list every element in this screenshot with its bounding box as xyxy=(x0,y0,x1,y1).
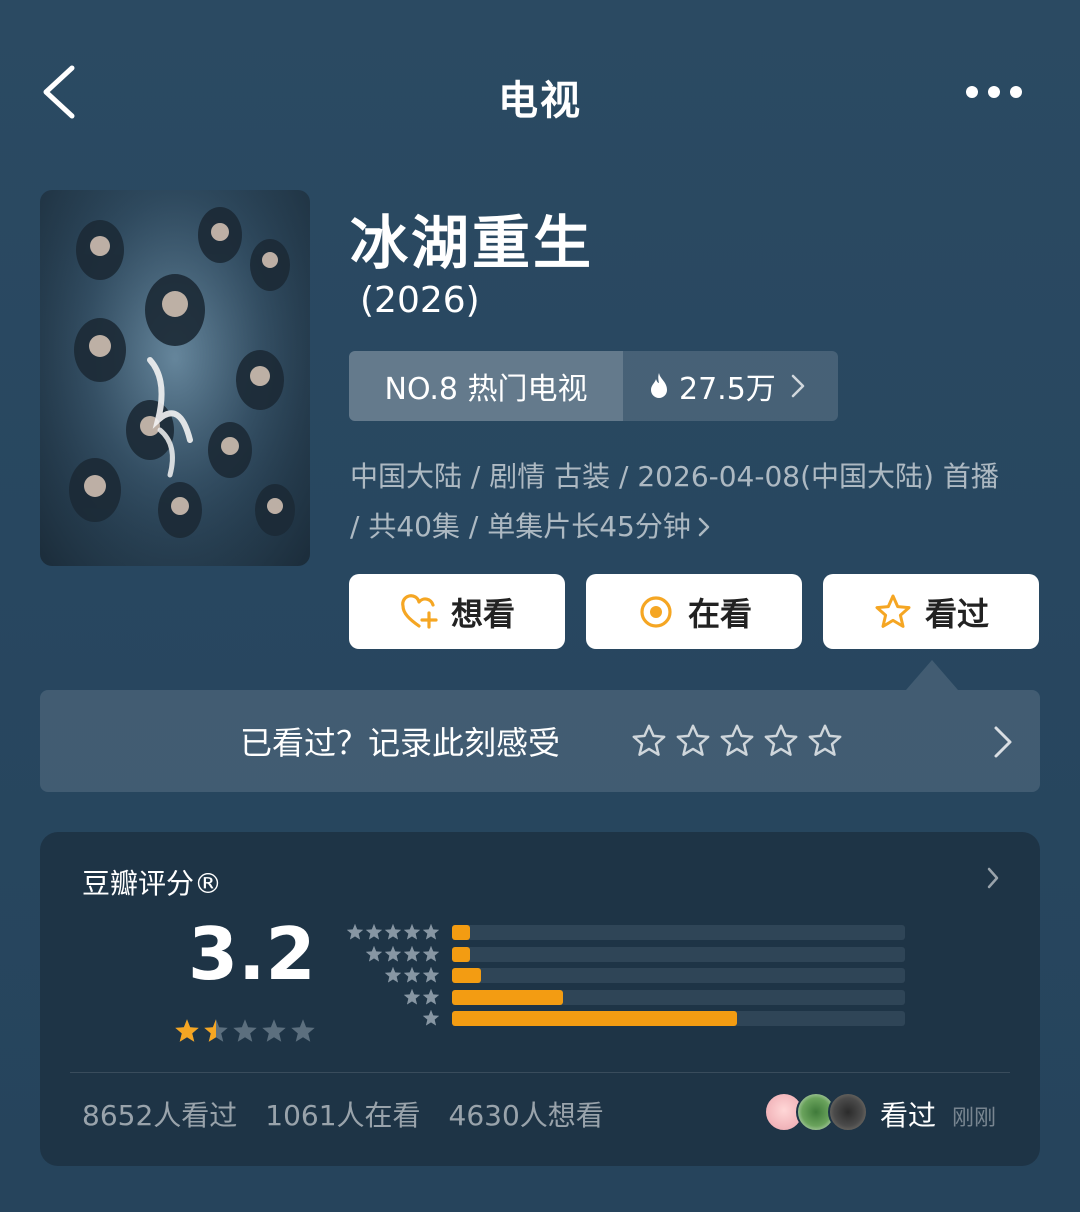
rate-prompt-bar[interactable]: 已看过？记录此刻感受 xyxy=(40,690,1040,792)
poster-image[interactable] xyxy=(40,190,310,566)
distribution-track xyxy=(452,946,905,962)
prompt-text: 已看过？记录此刻感受 xyxy=(240,724,561,762)
star-small-icon xyxy=(422,923,440,940)
star-small-icon xyxy=(403,988,421,1004)
star-small-icon xyxy=(384,923,402,940)
friend-avatars[interactable] xyxy=(764,1092,868,1132)
audience-stats: 8652人看过 1061人在看 4630人想看 xyxy=(82,1094,604,1134)
rating-distribution xyxy=(344,922,906,1030)
distribution-stars xyxy=(346,923,440,941)
watched-label: 看过 xyxy=(924,594,989,633)
show-title: 冰湖重生 xyxy=(350,209,595,277)
star-small-icon xyxy=(403,966,421,983)
meta-text: 中国大陆 / 剧情 古装 / 2026-04-08(中国大陆) 首播 / 共40… xyxy=(350,460,999,543)
chevron-right-icon xyxy=(791,374,805,398)
distribution-stars xyxy=(365,945,440,963)
distribution-track xyxy=(452,1011,905,1026)
more-dot-icon xyxy=(966,86,978,98)
avatar xyxy=(828,1092,868,1132)
distribution-row xyxy=(344,922,906,944)
chevron-right-icon xyxy=(987,867,999,889)
distribution-row xyxy=(344,965,906,987)
top-bar: 电视 xyxy=(0,40,1080,140)
watching-icon xyxy=(640,595,672,628)
star-small-icon xyxy=(384,966,402,983)
rank-label: NO.8 热门电视 xyxy=(349,351,623,421)
star-empty-icon xyxy=(291,1019,315,1042)
distribution-track xyxy=(452,989,905,1005)
star-outline-icon[interactable] xyxy=(762,722,800,760)
distribution-bar xyxy=(452,968,482,983)
star-small-icon xyxy=(365,923,383,940)
star-small-icon xyxy=(403,923,421,940)
recent-activity-label: 看过 xyxy=(880,1099,937,1132)
watching-label: 在看 xyxy=(687,594,752,633)
show-year: (2026) xyxy=(360,280,480,321)
distribution-bar xyxy=(452,989,563,1005)
star-small-icon xyxy=(365,945,383,961)
want-count: 4630人想看 xyxy=(448,1099,604,1132)
star-outline-icon[interactable] xyxy=(630,722,668,760)
divider xyxy=(70,1072,1010,1073)
star-empty-icon xyxy=(233,1019,257,1042)
rating-score: 3.2 xyxy=(188,912,316,996)
star-small-icon xyxy=(403,945,421,961)
distribution-stars xyxy=(403,988,440,1006)
chevron-right-icon xyxy=(994,726,1012,758)
more-dot-icon xyxy=(988,86,1000,98)
fire-icon xyxy=(651,373,667,398)
want-label: 想看 xyxy=(450,594,515,633)
star-outline-icon[interactable] xyxy=(806,722,844,760)
ranking-chip[interactable]: NO.8 热门电视 27.5万 xyxy=(349,351,838,421)
star-outline-icon[interactable] xyxy=(718,722,756,760)
heat-count: 27.5万 xyxy=(679,372,776,407)
page-title: 电视 xyxy=(498,78,582,124)
rating-card[interactable]: 豆瓣评分® 3.2 8652人看过 1061人在看 4630人想看 看过 刚刚 xyxy=(40,832,1040,1166)
star-filled-icon xyxy=(204,1019,228,1042)
distribution-row xyxy=(344,987,906,1009)
show-meta[interactable]: 中国大陆 / 剧情 古装 / 2026-04-08(中国大陆) 首播 / 共40… xyxy=(350,452,1010,552)
distribution-bar xyxy=(452,925,471,940)
distribution-bar xyxy=(452,1011,738,1026)
more-dot-icon xyxy=(1010,86,1022,98)
star-empty-icon xyxy=(262,1019,286,1042)
prompt-pointer xyxy=(906,660,958,690)
chevron-right-icon xyxy=(698,517,710,537)
watching-count: 1061人在看 xyxy=(265,1099,421,1132)
watched-count: 8652人看过 xyxy=(82,1099,238,1132)
heart-plus-icon xyxy=(401,593,438,629)
distribution-row xyxy=(344,1008,906,1030)
star-small-icon xyxy=(346,923,364,940)
star-icon xyxy=(875,594,911,628)
poster-art xyxy=(40,190,310,566)
recent-activity-time: 刚刚 xyxy=(952,1106,997,1131)
rating-stars xyxy=(174,1018,316,1044)
want-button[interactable]: 想看 xyxy=(349,574,565,649)
distribution-track xyxy=(452,925,905,940)
star-small-icon xyxy=(422,988,440,1004)
distribution-bar xyxy=(452,946,471,962)
distribution-stars xyxy=(422,1009,440,1027)
heat-indicator: 27.5万 xyxy=(623,351,838,421)
distribution-track xyxy=(452,968,905,983)
distribution-row xyxy=(344,944,906,966)
watched-button[interactable]: 看过 xyxy=(823,574,1039,649)
star-small-icon xyxy=(384,945,402,961)
watching-button[interactable]: 在看 xyxy=(586,574,802,649)
distribution-stars xyxy=(384,966,440,984)
star-outline-icon[interactable] xyxy=(674,722,712,760)
rating-source-label: 豆瓣评分® xyxy=(82,867,223,900)
star-small-icon xyxy=(422,966,440,983)
star-filled-icon xyxy=(175,1019,199,1042)
star-small-icon xyxy=(422,945,440,961)
star-small-icon xyxy=(422,1009,440,1026)
more-button[interactable] xyxy=(966,82,1036,102)
rating-stars-input[interactable] xyxy=(630,722,844,760)
